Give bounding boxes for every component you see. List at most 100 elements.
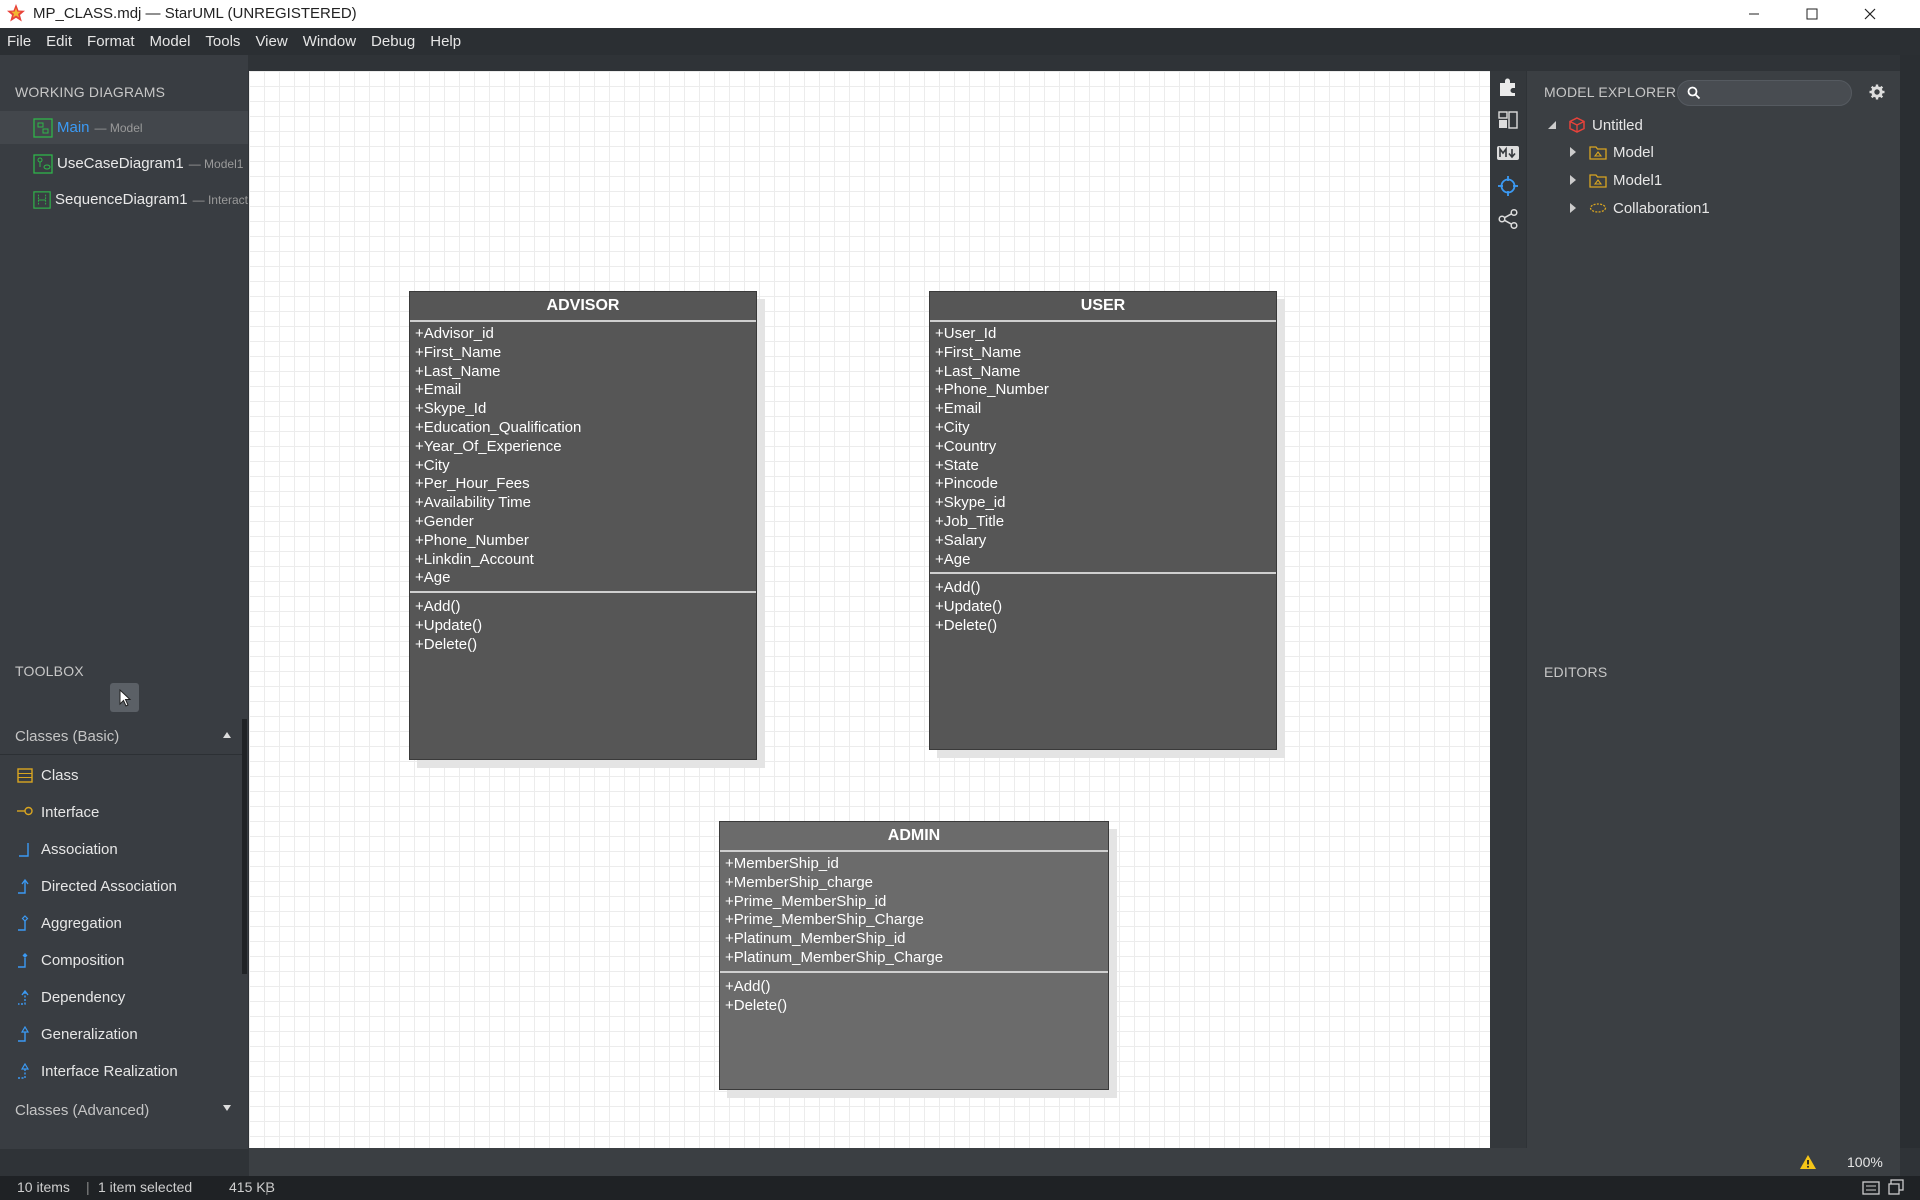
dependency-icon	[18, 989, 29, 1005]
tree-item-model1[interactable]: Model1	[1567, 169, 1662, 191]
tree-item-collaboration1[interactable]: Collaboration1	[1567, 197, 1710, 219]
operation: +Update()	[935, 598, 1003, 616]
attribute: +Availability Time	[415, 494, 532, 512]
menu-tools[interactable]: Tools	[198, 28, 248, 55]
tree-item-model[interactable]: Model	[1567, 141, 1654, 163]
toolbox-item-generalization[interactable]: Generalization	[0, 1016, 244, 1053]
composition-icon	[18, 952, 28, 968]
model-icon	[1589, 146, 1607, 160]
usecase-diagram-icon	[33, 153, 53, 174]
minimize-icon	[1749, 13, 1759, 15]
diagram-canvas[interactable]: ADVISOR +Advisor_id +First_Name +Last_Na…	[249, 71, 1490, 1148]
operation: +Add()	[725, 977, 771, 995]
class-admin[interactable]: ADMIN +MemberShip_id +MemberShip_charge …	[719, 821, 1109, 1090]
status-selection: 1 item selected	[98, 1179, 193, 1195]
operation: +Add()	[415, 598, 461, 616]
working-diagram-usecase[interactable]: UseCaseDiagram1 — Model1	[0, 147, 248, 180]
toolbox-item-composition[interactable]: Composition	[0, 942, 244, 979]
tree-collapsed-icon[interactable]	[1567, 202, 1579, 214]
class-name: ADMIN	[720, 822, 1108, 852]
list-view-icon[interactable]	[1862, 1181, 1880, 1195]
close-button[interactable]	[1847, 0, 1893, 28]
warning-icon[interactable]	[1799, 1154, 1817, 1170]
share-button[interactable]	[1494, 205, 1522, 233]
toolbox-item-label: Generalization	[41, 1026, 138, 1043]
menu-format[interactable]: Format	[80, 28, 143, 55]
collaboration-icon	[1589, 203, 1607, 213]
tree-expanded-icon[interactable]	[1546, 119, 1558, 131]
attribute: +Pincode	[935, 475, 998, 493]
operation: +Delete()	[415, 635, 478, 653]
menu-view[interactable]: View	[248, 28, 295, 55]
operation: +Update()	[415, 616, 483, 634]
toolbox-item-directed-association[interactable]: Directed Association	[0, 868, 244, 905]
style-button[interactable]	[1494, 106, 1522, 134]
status-separator: |	[265, 1179, 269, 1195]
toolbox-item-label: Dependency	[41, 989, 126, 1006]
class-user[interactable]: USER +User_Id +First_Name +Last_Name +Ph…	[929, 291, 1277, 750]
tree-item-untitled[interactable]: Untitled	[1546, 114, 1643, 136]
zoom-level[interactable]: 100%	[1847, 1154, 1883, 1170]
minimize-button[interactable]	[1731, 0, 1777, 28]
attribute: +City	[415, 456, 450, 474]
working-diagram-main[interactable]: Main — Model	[0, 111, 248, 144]
markdown-button[interactable]	[1494, 139, 1522, 167]
working-diagram-name: UseCaseDiagram1	[57, 155, 184, 172]
tree-collapsed-icon[interactable]	[1567, 174, 1579, 186]
toolbox-section-label: Classes (Basic)	[15, 728, 120, 745]
toolbox-item-interface[interactable]: Interface	[0, 794, 244, 831]
attribute: +Phone_Number	[415, 531, 529, 549]
model-search-box[interactable]	[1677, 80, 1852, 106]
attribute: +Country	[935, 437, 997, 455]
menu-debug[interactable]: Debug	[364, 28, 423, 55]
toolbox-item-dependency[interactable]: Dependency	[0, 979, 244, 1016]
toolbox-item-association[interactable]: Association	[0, 831, 244, 868]
tree-collapsed-icon[interactable]	[1567, 146, 1579, 158]
class-operations: +Add() +Update() +Delete()	[410, 593, 756, 654]
toolbox-item-label: Aggregation	[41, 915, 122, 932]
model-search-input[interactable]	[1706, 84, 1846, 102]
window-title: MP_CLASS.mdj — StarUML (UNREGISTERED)	[33, 5, 357, 22]
toolbox-section-label: Classes (Advanced)	[15, 1101, 150, 1119]
toolbox-item-label: Association	[41, 841, 118, 858]
class-attributes: +MemberShip_id +MemberShip_charge +Prime…	[720, 852, 1108, 973]
window-edge	[1900, 55, 1920, 1148]
right-toolstrip	[1490, 71, 1526, 1148]
directed-association-icon	[18, 878, 29, 894]
toolbox-item-class[interactable]: Class	[0, 757, 244, 794]
menu-help[interactable]: Help	[423, 28, 469, 55]
attribute: +Skype_Id	[415, 400, 487, 418]
staruml-logo-icon	[7, 4, 25, 22]
working-diagram-name: SequenceDiagram1	[55, 191, 188, 208]
menu-window[interactable]: Window	[296, 28, 364, 55]
toolbox-section-basic[interactable]: Classes (Basic)	[0, 719, 244, 755]
working-diagrams-title: WORKING DIAGRAMS	[15, 84, 166, 100]
class-name: USER	[930, 292, 1276, 322]
working-diagrams-panel: WORKING DIAGRAMS Main — Model UseCaseDia…	[0, 55, 248, 649]
toolbox-scrollbar[interactable]	[242, 719, 247, 974]
class-advisor[interactable]: ADVISOR +Advisor_id +First_Name +Last_Na…	[409, 291, 757, 760]
operation: +Delete()	[935, 616, 998, 634]
toolbox-section-advanced[interactable]: Classes (Advanced)	[0, 1092, 244, 1128]
toolbox-item-label: Class	[41, 767, 79, 784]
panel-toggle-icon[interactable]	[1888, 1179, 1904, 1195]
menu-file[interactable]: File	[0, 28, 39, 55]
share-icon	[1498, 208, 1518, 230]
attribute: +Year_Of_Experience	[415, 437, 562, 455]
toolbox-item-interface-realization[interactable]: Interface Realization	[0, 1053, 244, 1090]
attribute: +Age	[935, 550, 971, 568]
menu-edit[interactable]: Edit	[39, 28, 80, 55]
menu-model[interactable]: Model	[143, 28, 199, 55]
interface-realization-icon	[18, 1062, 30, 1079]
navigate-button[interactable]	[1494, 172, 1522, 200]
attribute: +First_Name	[415, 343, 502, 361]
select-tool-button[interactable]	[110, 683, 139, 712]
attribute: +State	[935, 456, 979, 474]
toolbox-title: TOOLBOX	[15, 663, 84, 679]
editors-panel: EDITORS	[1527, 650, 1900, 1148]
settings-gear-icon[interactable]	[1869, 84, 1885, 100]
toolbox-item-aggregation[interactable]: Aggregation	[0, 905, 244, 942]
extensions-button[interactable]	[1494, 73, 1522, 101]
maximize-button[interactable]	[1789, 0, 1835, 28]
working-diagram-sequence[interactable]: SequenceDiagram1 — Interact	[0, 183, 248, 216]
